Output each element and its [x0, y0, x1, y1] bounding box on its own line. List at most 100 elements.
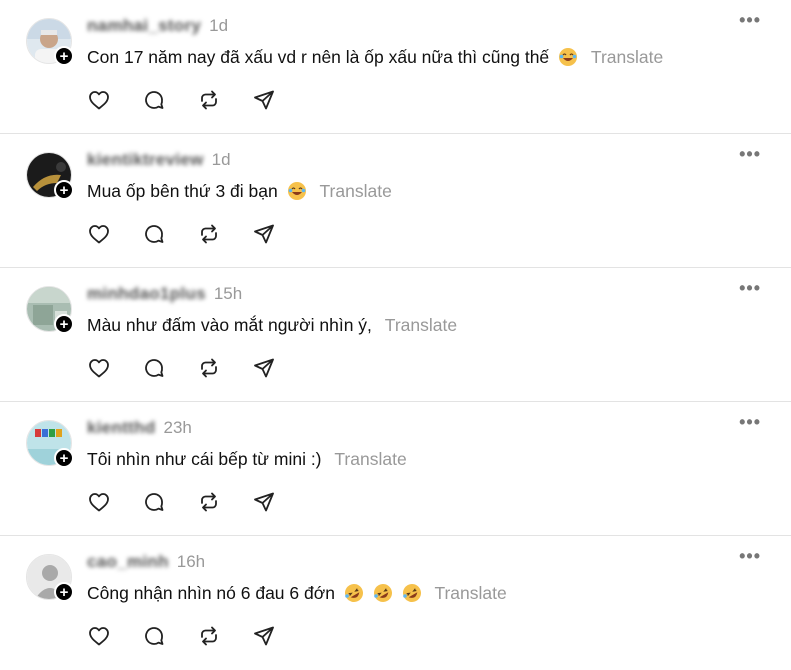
repost-button[interactable] [197, 88, 252, 112]
repost-icon [201, 358, 217, 378]
tears-of-joy-emoji-icon [287, 182, 306, 200]
share-button[interactable] [252, 88, 307, 112]
comment-text-row: Mua ốp bên thứ 3 đi bạn Translate [87, 181, 392, 202]
heart-icon [89, 493, 109, 512]
comment-post: + minhdao1plus 15h ••• Màu như đấm vào m… [0, 268, 791, 402]
send-icon [254, 358, 274, 378]
avatar-container[interactable]: + [26, 152, 74, 200]
rofl-emoji-icon [344, 584, 363, 602]
comment-post: + kientthd 23h ••• Tôi nhìn như cái bếp … [0, 402, 791, 536]
comment-bubble-icon [145, 493, 164, 511]
comment-bubble-icon [145, 359, 164, 377]
repost-button[interactable] [197, 222, 252, 246]
follow-plus-icon[interactable]: + [54, 582, 74, 602]
avatar-container[interactable]: + [26, 554, 74, 602]
action-bar [87, 356, 307, 380]
share-button[interactable] [252, 356, 307, 380]
more-options-icon[interactable]: ••• [739, 10, 761, 31]
follow-plus-icon[interactable]: + [54, 448, 74, 468]
repost-button[interactable] [197, 490, 252, 514]
username[interactable]: kientthd [87, 418, 156, 438]
comment-text-row: Con 17 năm nay đã xấu vd r nên là ốp xấu… [87, 47, 663, 68]
action-bar [87, 88, 307, 112]
heart-icon [89, 359, 109, 378]
share-button[interactable] [252, 490, 307, 514]
more-options-icon[interactable]: ••• [739, 278, 761, 299]
username[interactable]: cao_minh [87, 552, 169, 572]
timestamp: 16h [176, 552, 206, 571]
comment-text: Công nhận nhìn nó 6 đau 6 đớn [87, 583, 335, 603]
like-button[interactable] [87, 624, 142, 648]
translate-link[interactable]: Translate [591, 47, 663, 67]
translate-link[interactable]: Translate [434, 583, 506, 603]
send-icon [254, 626, 274, 646]
action-bar [87, 490, 307, 514]
repost-icon [201, 626, 217, 646]
like-button[interactable] [87, 356, 142, 380]
comment-feed: + namhai_story 1d ••• Con 17 năm nay đã … [0, 0, 791, 670]
comment-post: + kientiktreview 1d ••• Mua ốp bên thứ 3… [0, 134, 791, 268]
like-button[interactable] [87, 222, 142, 246]
action-bar [87, 624, 307, 648]
comment-post: + namhai_story 1d ••• Con 17 năm nay đã … [0, 0, 791, 134]
translate-link[interactable]: Translate [334, 449, 406, 469]
like-button[interactable] [87, 88, 142, 112]
translate-link[interactable]: Translate [385, 315, 457, 335]
timestamp: 23h [163, 418, 192, 437]
send-icon [254, 492, 274, 512]
comment-header: minhdao1plus 15h [87, 284, 242, 304]
reply-button[interactable] [142, 356, 197, 380]
comment-text-row: Màu như đấm vào mắt người nhìn ý, Transl… [87, 315, 457, 336]
reply-button[interactable] [142, 490, 197, 514]
repost-icon [201, 492, 217, 512]
follow-plus-icon[interactable]: + [54, 180, 74, 200]
comment-header: cao_minh 16h [87, 552, 205, 572]
username[interactable]: minhdao1plus [87, 284, 206, 304]
timestamp: 1d [209, 16, 229, 35]
more-options-icon[interactable]: ••• [739, 412, 761, 433]
timestamp: 15h [213, 284, 243, 303]
avatar-container[interactable]: + [26, 286, 74, 334]
comment-bubble-icon [145, 225, 164, 243]
repost-icon [201, 90, 217, 110]
comment-bubble-icon [145, 91, 164, 109]
reply-button[interactable] [142, 222, 197, 246]
follow-plus-icon[interactable]: + [54, 314, 74, 334]
send-icon [254, 224, 274, 244]
repost-icon [201, 224, 217, 244]
share-button[interactable] [252, 624, 307, 648]
comment-text-row: Tôi nhìn như cái bếp từ mini :) Translat… [87, 449, 407, 470]
heart-icon [89, 91, 109, 110]
username[interactable]: kientiktreview [87, 150, 204, 170]
comment-bubble-icon [145, 627, 164, 645]
comment-post: + cao_minh 16h ••• Công nhận nhìn nó 6 đ… [0, 536, 791, 670]
comment-text: Tôi nhìn như cái bếp từ mini :) [87, 449, 322, 469]
heart-icon [89, 627, 109, 646]
comment-text-row: Công nhận nhìn nó 6 đau 6 đớn Translate [87, 583, 507, 604]
repost-button[interactable] [197, 624, 252, 648]
comment-text: Con 17 năm nay đã xấu vd r nên là ốp xấu… [87, 47, 550, 67]
comment-header: kientthd 23h [87, 418, 192, 438]
action-bar [87, 222, 307, 246]
reply-button[interactable] [142, 624, 197, 648]
share-button[interactable] [252, 222, 307, 246]
heart-icon [89, 225, 109, 244]
translate-link[interactable]: Translate [320, 181, 392, 201]
repost-button[interactable] [197, 356, 252, 380]
username[interactable]: namhai_story [87, 16, 201, 36]
avatar-container[interactable]: + [26, 18, 74, 66]
more-options-icon[interactable]: ••• [739, 546, 761, 567]
rofl-emoji-icon [402, 584, 421, 602]
comment-header: kientiktreview 1d [87, 150, 231, 170]
tears-of-joy-emoji-icon [559, 48, 578, 66]
like-button[interactable] [87, 490, 142, 514]
comment-header: namhai_story 1d [87, 16, 228, 36]
rofl-emoji-icon [373, 584, 392, 602]
timestamp: 1d [211, 150, 231, 169]
comment-text: Mua ốp bên thứ 3 đi bạn [87, 181, 278, 201]
more-options-icon[interactable]: ••• [739, 144, 761, 165]
follow-plus-icon[interactable]: + [54, 46, 74, 66]
comment-text: Màu như đấm vào mắt người nhìn ý, [87, 315, 372, 335]
reply-button[interactable] [142, 88, 197, 112]
avatar-container[interactable]: + [26, 420, 74, 468]
